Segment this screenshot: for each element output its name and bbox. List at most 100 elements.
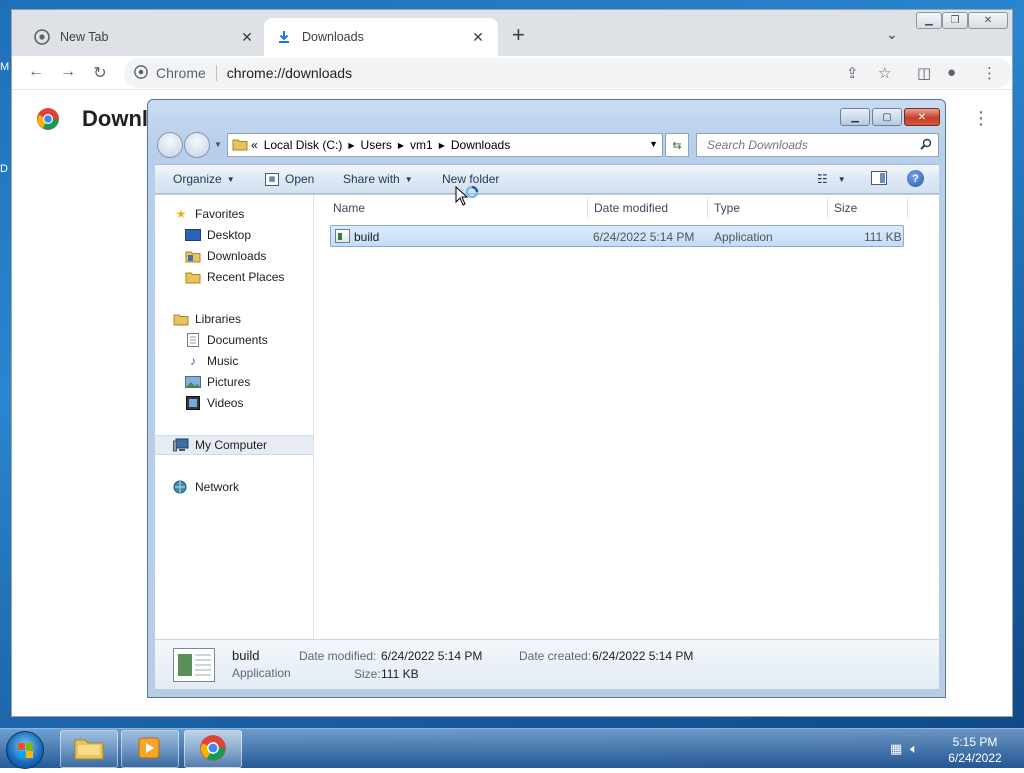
clock-time: 5:15 PM <box>952 735 998 749</box>
nav-desktop[interactable]: Desktop <box>185 228 251 242</box>
column-header-date-modified[interactable]: Date modified <box>594 201 668 215</box>
forward-button[interactable] <box>184 132 210 158</box>
videos-icon <box>185 396 201 410</box>
preview-pane-icon[interactable] <box>871 171 887 185</box>
open-label: Open <box>285 172 315 186</box>
column-divider[interactable] <box>907 197 908 219</box>
maximize-button[interactable]: ▢ <box>872 108 902 126</box>
breadcrumb-item[interactable]: Local Disk (C:) <box>264 138 343 152</box>
dropdown-arrow-icon: ▼ <box>226 174 235 184</box>
more-options-icon[interactable]: ⋮ <box>972 108 990 129</box>
side-panel-icon[interactable]: ◫ <box>917 64 931 82</box>
column-header-size[interactable]: Size <box>834 201 857 215</box>
close-button[interactable]: ✕ <box>968 12 1008 29</box>
command-bar: Organize ▼ ▦ Open Share with ▼ New folde… <box>155 164 939 194</box>
new-folder-button[interactable]: New folder <box>442 172 499 186</box>
breadcrumb-separator-icon[interactable]: ▶ <box>439 141 445 150</box>
nav-pictures[interactable]: Pictures <box>185 375 250 389</box>
nav-label: Documents <box>207 333 268 347</box>
breadcrumb[interactable]: « Local Disk (C:) ▶ Users ▶ vm1 ▶ Downlo… <box>227 133 663 157</box>
close-tab-icon[interactable]: ✕ <box>470 29 486 46</box>
column-divider[interactable] <box>587 197 588 219</box>
breadcrumb-overflow[interactable]: « <box>251 138 258 152</box>
restore-button[interactable]: ❐ <box>942 12 968 29</box>
profile-avatar-icon[interactable]: ● <box>947 64 956 81</box>
pictures-icon <box>185 375 201 389</box>
breadcrumb-separator-icon[interactable]: ▶ <box>348 141 354 150</box>
column-header-type[interactable]: Type <box>714 201 740 215</box>
taskbar-chrome-button[interactable] <box>184 730 242 768</box>
nav-videos[interactable]: Videos <box>185 396 243 410</box>
close-tab-icon[interactable]: ✕ <box>239 29 255 46</box>
computer-icon <box>173 438 189 452</box>
column-divider[interactable] <box>827 197 828 219</box>
taskbar-media-player-button[interactable] <box>121 730 179 768</box>
open-button[interactable]: ▦ Open <box>265 172 314 186</box>
back-arrow-icon[interactable]: ← <box>26 63 46 81</box>
clock[interactable]: 5:15 PM 6/24/2022 <box>940 734 1010 766</box>
nav-documents[interactable]: Documents <box>185 333 268 347</box>
network-tray-icon[interactable]: ▦ <box>890 741 902 757</box>
more-menu-icon[interactable]: ⋮ <box>982 64 997 82</box>
breadcrumb-item[interactable]: Users <box>361 138 392 152</box>
nav-downloads[interactable]: Downloads <box>185 249 266 263</box>
nav-my-computer[interactable]: My Computer <box>155 435 313 455</box>
nav-favorites[interactable]: ★ Favorites <box>173 207 245 221</box>
file-size: 111 KB <box>864 230 902 244</box>
nav-label: Pictures <box>207 375 251 389</box>
tab-new-tab[interactable]: New Tab ✕ <box>22 18 267 56</box>
recent-pages-chevron-icon[interactable]: ▼ <box>214 140 222 149</box>
recent-places-icon <box>185 270 201 284</box>
minimize-button[interactable]: ▁ <box>916 12 942 29</box>
column-divider[interactable] <box>707 197 708 219</box>
address-bar[interactable]: Chrome chrome://downloads ⇪ ☆ ◫ ● ⋮ <box>124 58 1012 88</box>
chevron-down-icon[interactable]: ⌄ <box>886 26 898 43</box>
nav-label: Libraries <box>195 312 242 326</box>
breadcrumb-item[interactable]: Downloads <box>451 138 510 152</box>
share-icon[interactable]: ⇪ <box>846 64 859 82</box>
new-tab-button[interactable]: + <box>512 24 525 46</box>
volume-icon[interactable]: 🔈︎ <box>910 741 918 757</box>
taskbar-explorer-button[interactable] <box>60 730 118 768</box>
explorer-body: ★ Favorites Desktop Downloads Recent Pla… <box>155 195 939 689</box>
column-header-name[interactable]: Name <box>333 201 365 215</box>
site-chip: Chrome <box>156 65 217 81</box>
minimize-button[interactable]: ▁ <box>840 108 870 126</box>
close-button[interactable]: ✕ <box>904 108 940 126</box>
forward-arrow-icon[interactable]: → <box>58 63 78 81</box>
breadcrumb-separator-icon[interactable]: ▶ <box>398 141 404 150</box>
refresh-icon[interactable]: ⇆ <box>665 133 689 157</box>
details-file-name: build <box>232 648 260 663</box>
help-icon[interactable]: ? <box>907 170 924 187</box>
search-icon[interactable] <box>920 138 932 153</box>
dropdown-arrow-icon: ▼ <box>404 174 413 184</box>
chrome-icon <box>34 29 50 45</box>
media-player-icon <box>137 735 163 764</box>
start-button[interactable] <box>6 731 44 769</box>
organize-menu-button[interactable]: Organize ▼ <box>173 172 235 186</box>
share-with-menu-button[interactable]: Share with ▼ <box>343 172 413 186</box>
address-dropdown-icon[interactable]: ▼ <box>649 139 658 149</box>
bookmark-star-icon[interactable]: ☆ <box>878 64 891 82</box>
search-input[interactable] <box>705 137 910 153</box>
nav-network[interactable]: Network <box>173 480 239 494</box>
tab-downloads[interactable]: Downloads ✕ <box>264 18 498 56</box>
search-field[interactable] <box>696 133 939 157</box>
nav-label: Desktop <box>207 228 252 242</box>
breadcrumb-item[interactable]: vm1 <box>410 138 433 152</box>
nav-libraries[interactable]: Libraries <box>173 312 241 326</box>
nav-music[interactable]: ♪ Music <box>185 354 238 368</box>
explorer-window: ▁ ▢ ✕ ▼ « Local Disk (C:) ▶ Users ▶ vm1 … <box>147 99 946 698</box>
nav-label: Music <box>207 354 239 368</box>
table-row[interactable]: build 6/24/2022 5:14 PM Application 111 … <box>330 225 904 247</box>
details-date-modified-label: Date modified: <box>299 649 377 663</box>
nav-recent-places[interactable]: Recent Places <box>185 270 284 284</box>
reload-icon[interactable]: ↻ <box>90 63 110 83</box>
details-date-created: 6/24/2022 5:14 PM <box>592 649 694 663</box>
url-text[interactable]: chrome://downloads <box>227 65 352 81</box>
share-with-label: Share with <box>343 172 400 186</box>
details-size-label: Size: <box>354 667 381 681</box>
change-view-button[interactable]: ☷ ▼ <box>817 172 846 186</box>
details-date-created-label: Date created: <box>519 649 592 663</box>
back-button[interactable] <box>157 132 183 158</box>
